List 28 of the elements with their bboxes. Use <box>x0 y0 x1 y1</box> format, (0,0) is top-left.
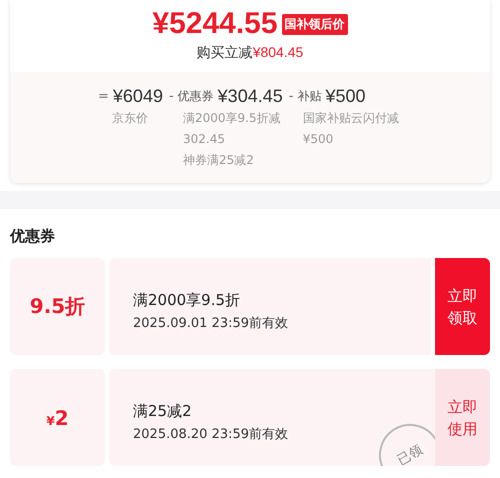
coupon-title: 满2000享9.5折 <box>133 291 242 310</box>
breakdown-note: 神券满25减2 <box>182 152 255 169</box>
coupon-validity: 2025.08.20 23:59前有效 <box>133 426 290 443</box>
breakdown-label: 优惠券 <box>178 88 214 104</box>
coupon-button[interactable]: 立即领取 <box>435 258 490 355</box>
coupon-validity: 2025.09.01 23:59前有效 <box>133 315 290 332</box>
breakdown-note: ¥500 <box>302 131 334 148</box>
operator-sign: - <box>168 88 174 104</box>
discount-amount: ¥804.45 <box>252 44 304 62</box>
price-tag: 国补领后价 <box>282 14 348 34</box>
coupon-button[interactable]: 立即使用 <box>435 369 490 466</box>
breakdown-note: 满2000享9.5折减 <box>182 110 282 127</box>
currency-sign: ¥ <box>46 414 55 428</box>
section-title: 优惠券 <box>10 227 56 246</box>
operator-sign: = <box>98 88 109 104</box>
breakdown-note: 京东价 <box>112 110 149 127</box>
coupon-title: 满25减2 <box>133 402 193 421</box>
breakdown-note: 302.45 <box>182 131 226 148</box>
operator-sign: - <box>288 88 294 104</box>
breakdown-amount: ¥500 <box>325 86 366 106</box>
breakdown-amount: ¥6049 <box>112 86 163 106</box>
breakdown-note: 国家补贴云闪付减 <box>302 110 399 127</box>
coupon-value: 2 <box>54 406 69 430</box>
final-price: ¥5244.55 <box>152 6 278 42</box>
discount-label: 购买立减 <box>196 44 253 62</box>
breakdown-label: 补贴 <box>297 88 322 104</box>
coupon-value: 9.5折 <box>30 293 86 320</box>
breakdown-amount: ¥304.45 <box>218 86 283 106</box>
